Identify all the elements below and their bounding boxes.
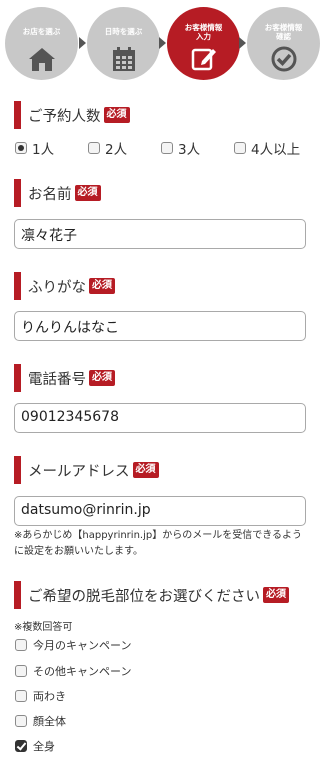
step-arrow-icon (159, 37, 166, 49)
party-size-option-1[interactable]: 1人 (15, 138, 54, 158)
party-size-option-4plus[interactable]: 4人以上 (234, 138, 300, 158)
option-label: 全身 (33, 740, 55, 753)
section-title: メールアドレス (28, 463, 130, 480)
option-label: 1人 (32, 142, 55, 158)
phone-heading: 電話番号 必須 (14, 364, 115, 392)
email-note: ※あらかじめ【happyrinrin.jp】からのメールを受信できるように設定を… (14, 530, 303, 557)
step-label: お店を選ぶ (22, 27, 61, 36)
email-heading: メールアドレス 必須 (14, 456, 159, 484)
furigana-field[interactable]: りんりんはなこ (14, 311, 306, 341)
step-select-shop: お店を選ぶ (5, 7, 78, 80)
option-label: 今月のキャンペーン (33, 639, 132, 652)
radio-button[interactable] (161, 142, 173, 154)
section-marker (14, 456, 21, 484)
required-badge: 必須 (103, 107, 130, 123)
section-title: お名前 (28, 186, 72, 203)
area-option-full-body[interactable]: 全身 (15, 738, 55, 754)
option-label: その他キャンペーン (33, 665, 132, 678)
option-label: 4人以上 (251, 142, 301, 158)
checkbox[interactable] (15, 740, 27, 752)
email-field[interactable]: datsumo@rinrin.jp (14, 496, 306, 526)
area-option-underarms[interactable]: 両わき (15, 688, 66, 704)
furigana-heading: ふりがな 必須 (14, 272, 115, 300)
area-option-full-face[interactable]: 顔全体 (15, 713, 66, 729)
checkbox[interactable] (15, 639, 27, 651)
phone-field[interactable]: 09012345678 (14, 403, 306, 433)
section-marker (14, 272, 21, 300)
party-size-heading: ご予約人数 必須 (14, 101, 130, 129)
areas-heading: ご希望の脱毛部位をお選びください 必須 (14, 581, 289, 609)
step-label: 日時を選ぶ (104, 27, 143, 36)
required-badge: 必須 (132, 462, 159, 478)
house-icon (28, 48, 55, 71)
edit-icon (191, 48, 216, 71)
radio-button[interactable] (234, 142, 246, 154)
step-label: お客様情報 確認 (264, 23, 303, 41)
section-title: 電話番号 (28, 371, 86, 388)
checkbox[interactable] (15, 665, 27, 677)
checkbox[interactable] (15, 715, 27, 727)
radio-button[interactable] (15, 142, 27, 154)
party-size-options: 1人 2人 3人 4人以上 (15, 138, 315, 158)
step-customer-input: お客様情報 入力 (167, 7, 240, 80)
calendar-icon (112, 47, 135, 71)
checkbox[interactable] (15, 690, 27, 702)
step-arrow-icon (79, 37, 86, 49)
area-option-other-campaign[interactable]: その他キャンペーン (15, 663, 131, 679)
option-label: 両わき (33, 690, 66, 703)
required-badge: 必須 (263, 587, 289, 603)
areas-note: ※複数回答可 (14, 622, 73, 633)
party-size-option-3[interactable]: 3人 (161, 138, 200, 158)
section-marker (14, 101, 21, 129)
option-label: 2人 (105, 142, 128, 158)
required-badge: 必須 (74, 185, 101, 201)
name-heading: お名前 必須 (14, 179, 101, 207)
party-size-option-2[interactable]: 2人 (88, 138, 127, 158)
step-label: お客様情報 入力 (184, 23, 223, 41)
section-marker (14, 364, 21, 392)
section-title: ふりがな (28, 279, 86, 296)
section-marker (14, 179, 21, 207)
step-customer-confirm: お客様情報 確認 (247, 7, 320, 80)
required-badge: 必須 (89, 370, 115, 386)
step-select-datetime: 日時を選ぶ (87, 7, 160, 80)
section-marker (14, 581, 21, 609)
option-label: 3人 (178, 142, 201, 158)
step-arrow-icon (239, 37, 246, 49)
radio-button[interactable] (88, 142, 100, 154)
section-title: ご希望の脱毛部位をお選びください (28, 588, 260, 605)
option-label: 顔全体 (33, 715, 66, 728)
name-field[interactable]: 凛々花子 (14, 219, 306, 249)
required-badge: 必須 (89, 278, 115, 294)
area-option-this-month-campaign[interactable]: 今月のキャンペーン (15, 637, 131, 653)
progress-steps: お店を選ぶ 日時を選ぶ お客様情報 入力 お客様情報 確認 (0, 0, 320, 88)
section-title: ご予約人数 (28, 108, 101, 125)
check-circle-icon (271, 46, 296, 72)
